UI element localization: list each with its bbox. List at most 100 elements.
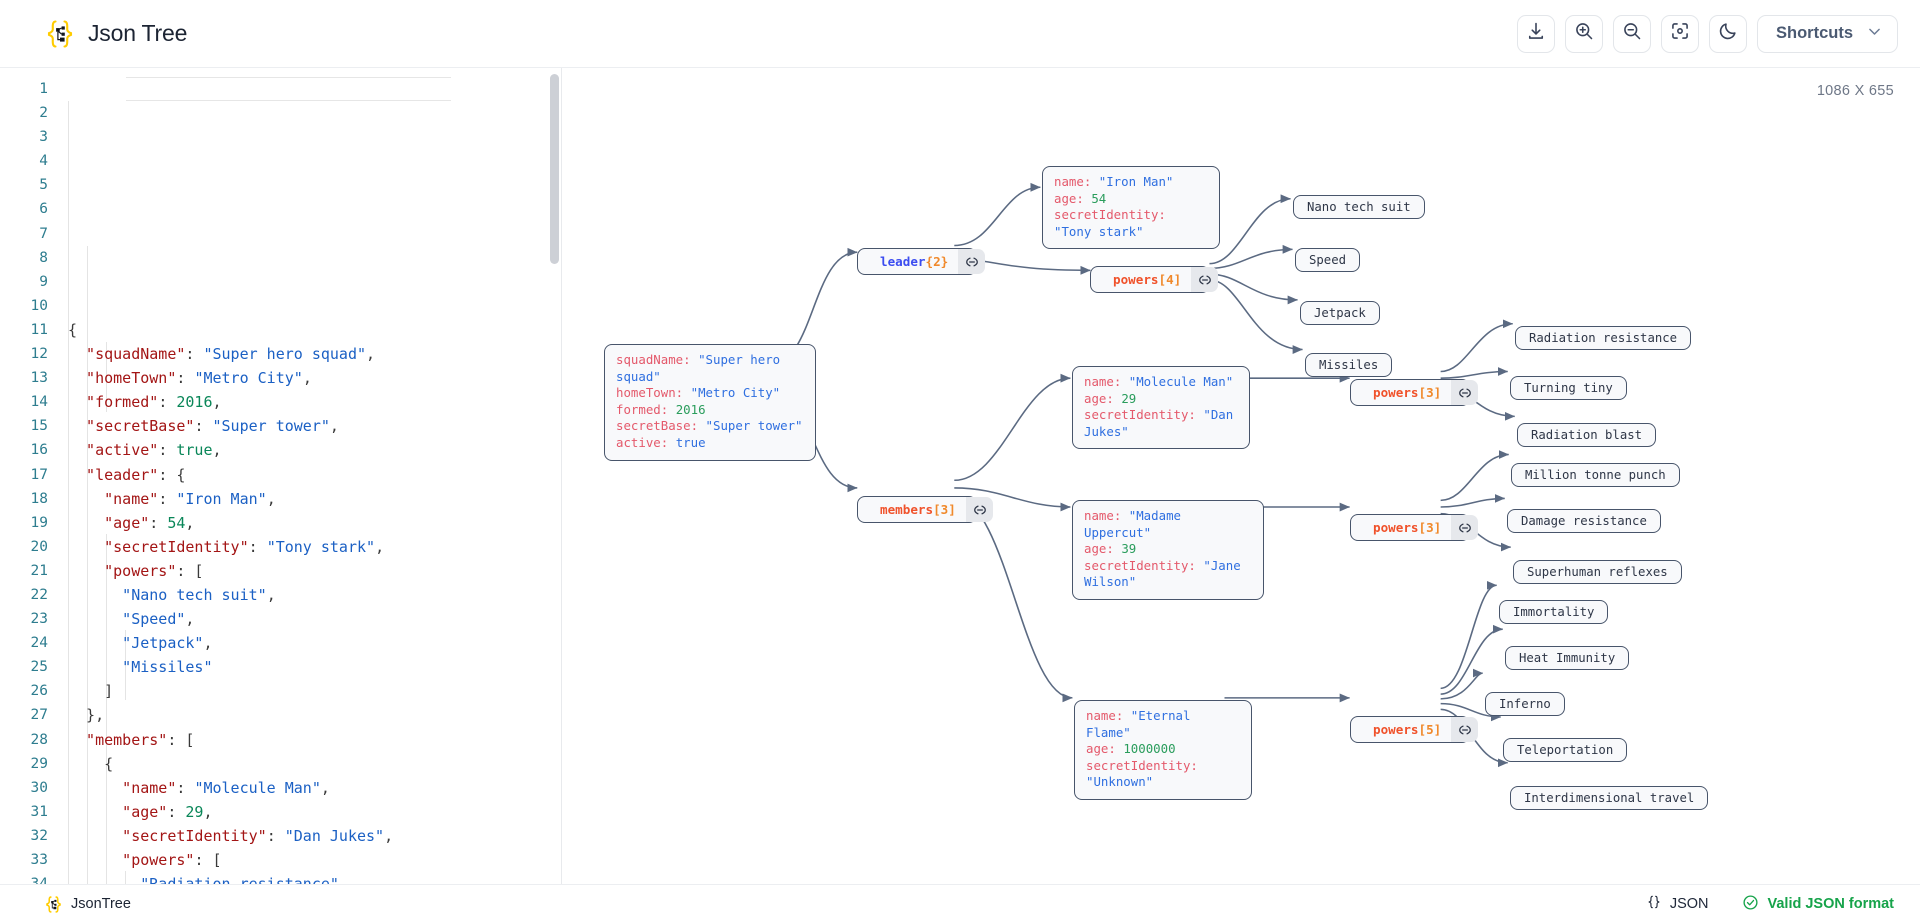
line-number: 30: [0, 776, 48, 800]
powers-molecule-node[interactable]: powers [3]: [1350, 379, 1470, 406]
line-number: 24: [0, 631, 48, 655]
property-value: 39: [1121, 541, 1136, 556]
madame-uppercut-node[interactable]: name: "Madame Uppercut"age: 39secretIden…: [1072, 500, 1264, 600]
code-line[interactable]: "powers": [: [68, 559, 561, 583]
powers-madame-node[interactable]: powers [3]: [1350, 514, 1470, 541]
code-token: "Super tower": [213, 417, 330, 435]
code-token: "Super hero squad": [203, 345, 366, 363]
node-property-row: secretIdentity: "Jane Wilson": [1084, 558, 1252, 591]
code-line[interactable]: "Speed",: [68, 607, 561, 631]
zoom-in-button[interactable]: [1565, 15, 1603, 53]
leaf-node[interactable]: Interdimensional travel: [1510, 786, 1708, 810]
leaf-node[interactable]: Superhuman reflexes: [1513, 560, 1682, 584]
leaf-node[interactable]: Teleportation: [1503, 738, 1627, 762]
code-line[interactable]: "secretBase": "Super tower",: [68, 414, 561, 438]
leaf-node[interactable]: Missiles: [1305, 353, 1392, 377]
root-node[interactable]: squadName: "Super hero squad"homeTown: "…: [604, 344, 816, 461]
property-value: "Super tower": [706, 418, 803, 433]
node-property-row: secretIdentity: "Tony stark": [1054, 207, 1208, 240]
leaf-node[interactable]: Radiation blast: [1517, 423, 1656, 447]
code-line[interactable]: "secretIdentity": "Dan Jukes",: [68, 824, 561, 848]
collapse-toggle-icon[interactable]: [958, 249, 985, 274]
powers-eternal-node[interactable]: powers [5]: [1350, 716, 1470, 743]
code-line[interactable]: "age": 54,: [68, 511, 561, 535]
code-token: :: [158, 393, 176, 411]
code-line[interactable]: "leader": {: [68, 463, 561, 487]
members-node[interactable]: members [3]: [857, 496, 977, 523]
code-line[interactable]: "name": "Molecule Man",: [68, 776, 561, 800]
code-token: "age": [68, 803, 167, 821]
iron-man-node[interactable]: name: "Iron Man"age: 54secretIdentity: "…: [1042, 166, 1220, 249]
code-line[interactable]: },: [68, 703, 561, 727]
leaf-node[interactable]: Damage resistance: [1507, 509, 1661, 533]
leaf-node[interactable]: Inferno: [1485, 692, 1565, 716]
json-tree-app: Json Tree: [0, 0, 1920, 923]
code-line[interactable]: "Jetpack",: [68, 631, 561, 655]
property-value: 54: [1091, 191, 1106, 206]
code-token: :: [185, 345, 203, 363]
code-line[interactable]: "Radiation resistance",: [68, 872, 561, 884]
editor-scrollbar[interactable]: [550, 74, 559, 264]
collapse-toggle-icon[interactable]: [966, 497, 993, 522]
format-indicator[interactable]: JSON: [1646, 894, 1709, 914]
app-header: Json Tree: [0, 0, 1920, 68]
center-view-button[interactable]: [1661, 15, 1699, 53]
code-line[interactable]: "powers": [: [68, 848, 561, 872]
leaf-node[interactable]: Turning tiny: [1510, 376, 1627, 400]
code-token: : [: [176, 562, 203, 580]
code-line[interactable]: {: [68, 318, 561, 342]
code-token: :: [158, 441, 176, 459]
node-label: powers: [1351, 385, 1419, 400]
leaf-node[interactable]: Heat Immunity: [1505, 646, 1629, 670]
app-title: Json Tree: [88, 20, 187, 47]
line-number: 27: [0, 703, 48, 727]
collapse-toggle-icon[interactable]: [1191, 267, 1218, 292]
json-editor-panel[interactable]: 1234567891011121314151617181920212223242…: [0, 68, 562, 884]
property-key: name:: [1086, 708, 1131, 723]
code-token: "Speed": [68, 610, 185, 628]
leader-node[interactable]: leader {2}: [857, 248, 977, 275]
code-line[interactable]: {: [68, 752, 561, 776]
line-number: 15: [0, 414, 48, 438]
code-line[interactable]: "members": [: [68, 728, 561, 752]
powers-leader-node[interactable]: powers [4]: [1090, 266, 1210, 293]
property-key: age:: [1084, 541, 1121, 556]
shortcuts-dropdown[interactable]: Shortcuts: [1757, 15, 1898, 53]
code-line[interactable]: "name": "Iron Man",: [68, 487, 561, 511]
collapse-toggle-icon[interactable]: [1451, 515, 1478, 540]
leaf-node[interactable]: Immortality: [1499, 600, 1608, 624]
code-editor-area[interactable]: { "squadName": "Super hero squad", "home…: [58, 68, 561, 884]
leaf-node[interactable]: Jetpack: [1300, 301, 1380, 325]
code-line[interactable]: "active": true,: [68, 438, 561, 462]
leaf-node[interactable]: Million tonne punch: [1511, 463, 1680, 487]
dark-mode-button[interactable]: [1709, 15, 1747, 53]
code-token: : {: [158, 466, 185, 484]
code-line[interactable]: "age": 29,: [68, 800, 561, 824]
code-token: "secretBase": [68, 417, 194, 435]
leaf-node-label: Interdimensional travel: [1524, 791, 1694, 805]
code-line[interactable]: "homeTown": "Metro City",: [68, 366, 561, 390]
code-line[interactable]: "Nano tech suit",: [68, 583, 561, 607]
code-line[interactable]: "Missiles": [68, 655, 561, 679]
download-icon: [1526, 21, 1546, 46]
line-number: 7: [0, 222, 48, 246]
code-line[interactable]: "secretIdentity": "Tony stark",: [68, 535, 561, 559]
molecule-man-node[interactable]: name: "Molecule Man"age: 29secretIdentit…: [1072, 366, 1250, 449]
code-line[interactable]: ]: [68, 679, 561, 703]
property-key: name:: [1084, 508, 1129, 523]
leaf-node[interactable]: Nano tech suit: [1293, 195, 1425, 219]
zoom-out-button[interactable]: [1613, 15, 1651, 53]
download-button[interactable]: [1517, 15, 1555, 53]
leaf-node[interactable]: Speed: [1295, 248, 1360, 272]
tree-canvas[interactable]: 1086 X 655: [562, 68, 1920, 884]
collapse-toggle-icon[interactable]: [1451, 380, 1478, 405]
code-line[interactable]: "squadName": "Super hero squad",: [68, 342, 561, 366]
code-line[interactable]: "formed": 2016,: [68, 390, 561, 414]
eternal-flame-node[interactable]: name: "Eternal Flame"age: 1000000secretI…: [1074, 700, 1252, 800]
collapse-toggle-icon[interactable]: [1451, 717, 1478, 742]
line-number: 18: [0, 487, 48, 511]
leaf-node[interactable]: Radiation resistance: [1515, 326, 1691, 350]
code-token: ]: [68, 682, 113, 700]
line-number: 20: [0, 535, 48, 559]
code-token: "name": [68, 779, 176, 797]
